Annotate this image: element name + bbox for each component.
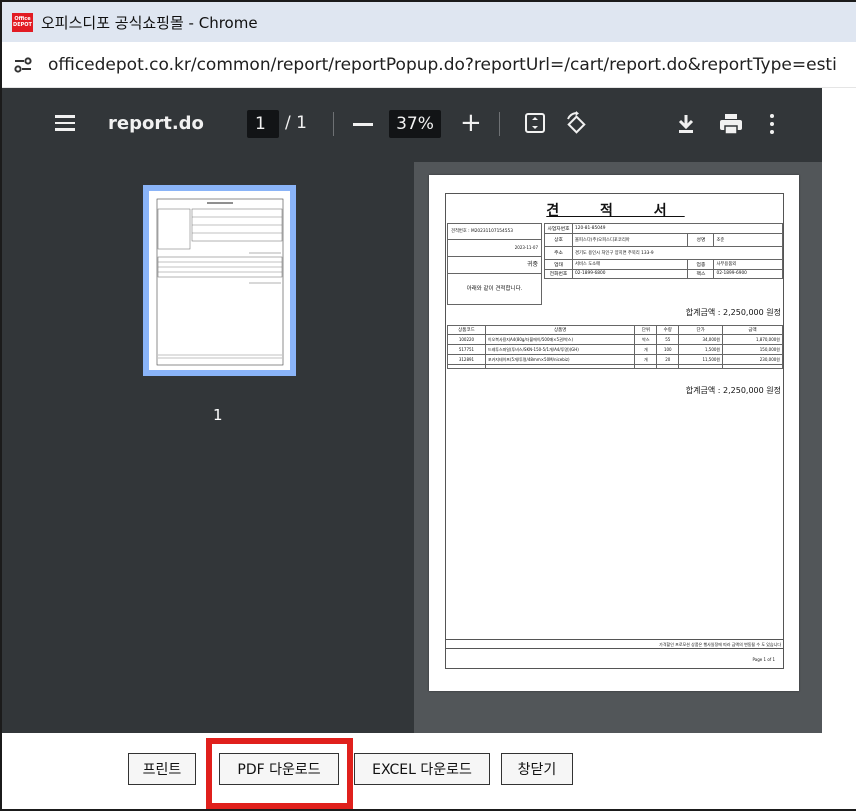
cell-name: 이오복사용지A4(80g/더블에이/500매×5권/박스)	[484, 334, 636, 345]
reg-value: 120-81-85049	[572, 223, 783, 234]
estimate-number: 견적번호 : M20231107154553	[447, 223, 542, 240]
page-thumbnail[interactable]	[143, 185, 296, 376]
download-icon[interactable]	[674, 112, 698, 136]
address-value: 경기도 용인시 처인구 양지면 주북리 133-9	[572, 245, 783, 260]
site-info-icon[interactable]	[12, 54, 34, 76]
cell-unit: 박스	[634, 334, 658, 345]
document-page: 견 적 서 견적번호 : M20231107154553 2023-11-07 …	[429, 175, 799, 691]
cell-name: 드레투스파일(투비스/SKN-150-5/1개/A4/투명)(GH)	[484, 344, 636, 355]
table-row: 312891 포카지테이프(5개/투명/48mm×50M/nicebiz) 개 …	[447, 354, 783, 365]
column-header: 단가	[678, 325, 724, 335]
zoom-in-icon[interactable]: +	[460, 110, 482, 136]
menu-icon[interactable]	[55, 115, 75, 131]
fax-label: 팩스	[687, 268, 715, 280]
cell-qty: 55	[656, 334, 680, 345]
address-label: 주소	[544, 245, 573, 260]
table-row: 517751 드레투스파일(투비스/SKN-150-5/1개/A4/투명)(GH…	[447, 344, 783, 355]
phone-value: 02-1899-6800	[571, 268, 689, 280]
page-count: / 1	[285, 113, 307, 133]
close-window-button[interactable]: 창닫기	[501, 753, 573, 785]
cell-qty: 100	[656, 344, 680, 355]
cell-price: 11,500원	[678, 354, 724, 365]
thumbnail-sidebar: 1	[2, 162, 414, 733]
cell-code: 100220	[447, 334, 486, 345]
excel-download-button[interactable]: EXCEL 다운로드	[354, 753, 490, 785]
thumbnail-page-label: 1	[213, 406, 223, 424]
ceo-label: 성명	[687, 232, 715, 247]
page-number-text: Page 1 of 1	[752, 657, 775, 662]
industry-value: 사무용품외	[713, 258, 783, 270]
supplier-info-table: 사업자번호 120-81-85049 상호 올피스다(주)오피스디포코리아 성명…	[544, 223, 783, 280]
print-button[interactable]: 프린트	[128, 753, 196, 785]
column-header: 금액	[722, 325, 783, 335]
cell-amount: 230,000원	[722, 354, 783, 365]
title-bar: Office DEPOT 오피스디포 공식쇼핑몰 - Chrome	[2, 2, 856, 42]
items-table: 상품코드 상품명 단위 수량 단가 금액 100220 이오복사용지A4(80g…	[447, 325, 783, 369]
pdf-viewer: report.do 1 / 1 37% + 1 견 적 서 견적번호: M20…	[2, 88, 822, 733]
table-row: 100220 이오복사용지A4(80g/더블에이/500매×5권/박스) 박스 …	[447, 334, 783, 345]
cell-name: 포카지테이프(5개/투명/48mm×50M/nicebiz)	[484, 354, 636, 365]
zoom-out-icon[interactable]	[353, 123, 373, 126]
browser-window: Office DEPOT 오피스디포 공식쇼핑몰 - Chrome office…	[0, 0, 856, 811]
phone-label: 전화번호	[544, 268, 573, 280]
footer-note: 가격할인 프로모션 상품은 행사일정에 따라 금액의 변동될 수 도 있습니다	[446, 639, 784, 649]
column-header: 단위	[634, 325, 658, 335]
office-depot-logo: Office DEPOT	[12, 12, 33, 32]
address-bar: officedepot.co.kr/common/report/reportPo…	[2, 42, 856, 88]
estimate-header-left: 견적번호 : M20231107154553 2023-11-07 귀중 아래와…	[447, 223, 542, 305]
rotate-icon[interactable]	[562, 110, 590, 138]
toolbar-divider	[499, 112, 500, 136]
cell-price: 34,000원	[678, 334, 724, 345]
column-header: 수량	[656, 325, 680, 335]
window-title: 오피스디포 공식쇼핑몰 - Chrome	[41, 13, 258, 32]
estimate-date: 2023-11-07	[447, 240, 542, 257]
cell-unit: 개	[634, 344, 658, 355]
business-value: 서비스 도소매	[571, 258, 689, 270]
highlight-box	[206, 738, 353, 809]
page-number-input[interactable]: 1	[247, 110, 279, 138]
document-name: report.do	[108, 113, 204, 134]
column-header: 상품명	[484, 325, 636, 335]
cell-unit: 개	[634, 354, 658, 365]
company-value: 올피스다(주)오피스디포코리아	[571, 232, 689, 247]
recipient-label: 귀중	[447, 257, 542, 274]
cell-qty: 20	[656, 354, 680, 365]
column-header: 상품코드	[447, 325, 486, 335]
table-row-blank	[447, 364, 783, 369]
viewer-toolbar: report.do 1 / 1 37% +	[2, 88, 822, 162]
total-amount-bottom: 합계금액 : 2,250,000 원정	[685, 386, 781, 395]
business-label: 업태	[544, 258, 573, 270]
cell-amount: 150,000원	[722, 344, 783, 355]
estimate-title: 견 적 서	[546, 203, 685, 219]
cell-code: 312891	[447, 354, 486, 365]
reg-label: 사업자번호	[544, 223, 573, 234]
cell-code: 517751	[447, 344, 486, 355]
action-bar: 프린트 PDF 다운로드 EXCEL 다운로드 창닫기	[2, 733, 856, 809]
print-icon[interactable]	[718, 112, 744, 136]
ceo-value: 조준	[713, 232, 783, 247]
cell-price: 1,500원	[678, 344, 724, 355]
logo-text-bottom: DEPOT	[13, 22, 32, 28]
toolbar-divider	[333, 112, 334, 136]
estimate-sheet: 견 적 서 견적번호 : M20231107154553 2023-11-07 …	[445, 193, 784, 669]
url-field[interactable]: officedepot.co.kr/common/report/reportPo…	[48, 55, 838, 75]
zoom-input[interactable]: 37%	[389, 110, 441, 138]
industry-label: 업종	[687, 258, 715, 270]
total-amount-top: 합계금액 : 2,250,000 원정	[685, 308, 781, 317]
estimate-note: 아래와 같이 견적합니다.	[447, 274, 542, 305]
items-header-row: 상품코드 상품명 단위 수량 단가 금액	[447, 325, 783, 335]
cell-amount: 1,870,000원	[722, 334, 783, 345]
more-options-icon[interactable]	[770, 114, 776, 134]
fit-to-page-icon[interactable]	[524, 112, 546, 134]
fax-value: 02-1899-6900	[713, 268, 783, 280]
company-label: 상호	[544, 232, 573, 247]
